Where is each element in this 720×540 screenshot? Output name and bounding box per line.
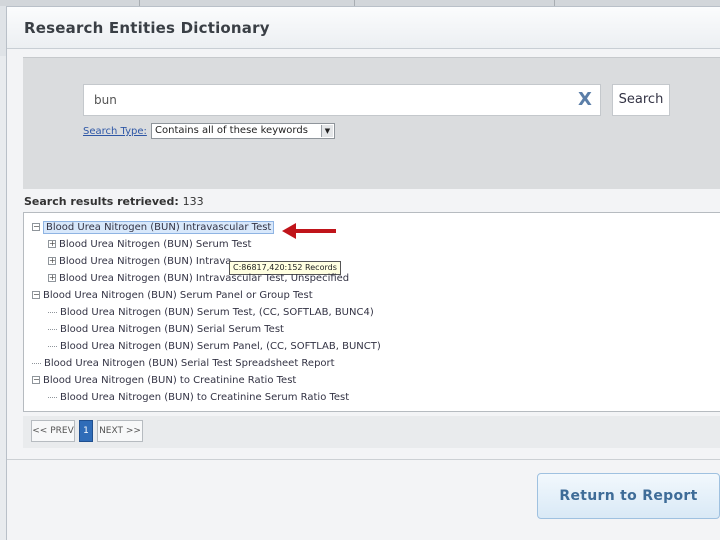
tree-connector [48,345,57,347]
tree-node-label[interactable]: Blood Urea Nitrogen (BUN) Serum Panel or… [43,290,313,301]
tree-node[interactable]: Blood Urea Nitrogen (BUN) Serum Test, (C… [48,306,374,320]
pagination-bar: << PREV 1 NEXT >> [23,416,720,448]
results-count-label: Search results retrieved: [24,195,179,208]
results-tree-panel: − Blood Urea Nitrogen (BUN) Intravascular… [23,212,720,412]
dialog-title: Research Entities Dictionary [24,19,270,37]
dialog-title-bar: Research Entities Dictionary [7,7,720,49]
tree-node[interactable]: − Blood Urea Nitrogen (BUN) to Creatinine… [32,374,296,388]
tree-node-label[interactable]: Blood Urea Nitrogen (BUN) Intravascular … [59,273,349,284]
tree-node[interactable]: Blood Urea Nitrogen (BUN) Serial Test Sp… [32,357,335,371]
search-type-label: Search Type: [83,126,147,137]
minus-square-icon[interactable]: − [32,223,40,231]
minus-square-icon[interactable]: − [32,291,40,299]
tree-node-label[interactable]: Blood Urea Nitrogen (BUN) to Creatinine … [60,392,349,403]
tree-node[interactable]: Blood Urea Nitrogen (BUN) Serial Serum T… [48,323,284,337]
tree-node-label[interactable]: Blood Urea Nitrogen (BUN) Intravascular … [43,221,275,234]
minus-square-icon[interactable]: − [32,376,40,384]
tree-node[interactable]: − Blood Urea Nitrogen (BUN) Serum Panel o… [32,289,313,303]
tree-node-label[interactable]: Blood Urea Nitrogen (BUN) to Creatinine … [43,375,296,386]
tree-connector [32,362,41,364]
close-icon[interactable]: X [578,90,592,110]
plus-square-icon[interactable]: + [48,257,56,265]
search-type-selected: Contains all of these keywords [155,125,308,136]
tree-node-label[interactable]: Blood Urea Nitrogen (BUN) Serial Test Sp… [44,358,335,369]
tree-connector [48,311,57,313]
current-page-button[interactable]: 1 [79,420,93,442]
search-input[interactable]: bun X [83,84,601,116]
dictionary-dialog: Research Entities Dictionary bun X Searc… [6,6,720,540]
tree-node-label[interactable]: Blood Urea Nitrogen (BUN) Intrava [59,256,231,267]
plus-square-icon[interactable]: + [48,240,56,248]
tree-connector [48,328,57,330]
tree-node[interactable]: − Blood Urea Nitrogen (BUN) Intravascular… [32,221,275,235]
tree-node-label[interactable]: Blood Urea Nitrogen (BUN) Serum Test, (C… [60,307,374,318]
next-page-button[interactable]: NEXT >> [97,420,143,442]
tree-node[interactable]: Blood Urea Nitrogen (BUN) to Creatinine … [48,391,349,405]
tree-node-label[interactable]: Blood Urea Nitrogen (BUN) Serial Serum T… [60,324,284,335]
search-button[interactable]: Search [612,84,670,116]
tree-node[interactable]: + Blood Urea Nitrogen (BUN) Intravascular… [48,272,349,286]
search-input-value: bun [94,93,117,107]
prev-page-button[interactable]: << PREV [31,420,75,442]
search-panel: bun X Search Search Type: Contains all o… [23,57,720,189]
plus-square-icon[interactable]: + [48,274,56,282]
tree-node[interactable]: + Blood Urea Nitrogen (BUN) Serum Test [48,238,251,252]
tree-node[interactable]: Blood Urea Nitrogen (BUN) Serum Panel, (… [48,340,381,354]
dropdown-arrow-icon[interactable]: ▼ [321,125,333,137]
red-arrow-icon [280,221,338,244]
search-type-select[interactable]: Contains all of these keywords ▼ [151,123,335,139]
return-to-report-button[interactable]: Return to Report [537,473,720,519]
tree-node-label[interactable]: Blood Urea Nitrogen (BUN) Serum Test [59,239,251,250]
footer-divider [7,459,720,460]
tree-node[interactable]: + Blood Urea Nitrogen (BUN) Intrava [48,255,231,269]
results-count-value: 133 [182,195,204,208]
tree-node-label[interactable]: Blood Urea Nitrogen (BUN) Serum Panel, (… [60,341,381,352]
results-count-header: Search results retrieved: 133 [24,195,204,208]
tree-connector [48,396,57,398]
